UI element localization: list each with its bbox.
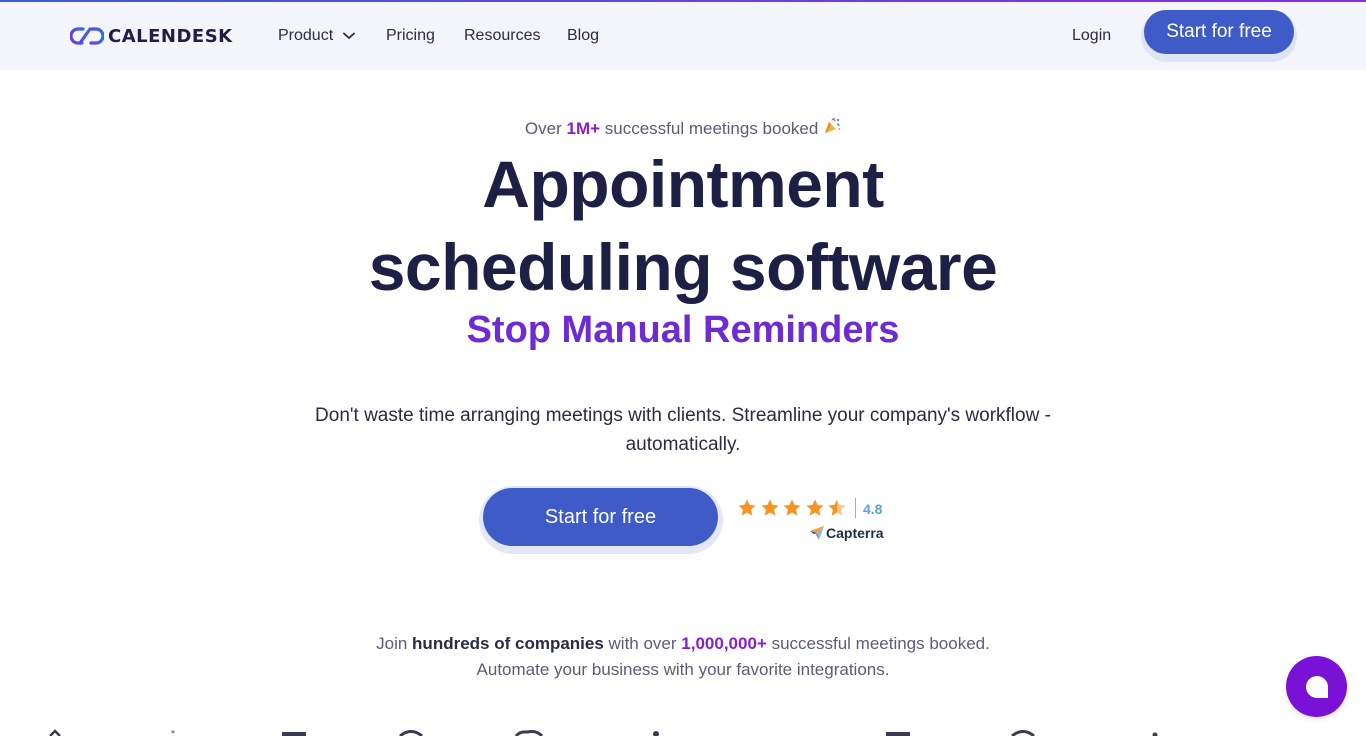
eyebrow-suffix: successful meetings booked <box>600 119 819 138</box>
social-proof-line-2: Automate your business with your favorit… <box>476 660 890 679</box>
star-icon <box>806 499 823 516</box>
social-text-1: Join <box>376 634 413 653</box>
header-start-free-button[interactable]: Start for free <box>1144 10 1294 54</box>
nav-blog-label: Blog <box>567 27 600 44</box>
social-bold-meetings: 1,000,000+ <box>681 634 767 653</box>
nav-resources-label: Resources <box>464 27 541 44</box>
rating-score: 4.8 <box>863 501 883 517</box>
integration-logo-icon <box>49 729 61 736</box>
hero-subtitle: Stop Manual Reminders <box>466 309 900 351</box>
integration-logo-icon <box>653 731 659 736</box>
svg-text:*: * <box>171 730 175 736</box>
eyebrow-prefix: Over <box>524 119 567 138</box>
integration-logo-icon <box>282 732 306 736</box>
social-text-3: successful meetings booked. <box>766 634 990 653</box>
hero-description: Don't waste time arranging meetings with… <box>315 405 1051 455</box>
star-half-icon <box>828 499 846 516</box>
nav-product[interactable]: Product <box>278 27 356 45</box>
integration-logo-icon <box>1152 732 1158 736</box>
integration-logo-icon <box>1011 730 1035 736</box>
eyebrow-highlight: 1M+ <box>566 119 601 138</box>
chevron-down-icon <box>343 32 356 39</box>
nav-blog[interactable]: Blog <box>567 27 599 45</box>
site-header: CALENDESK Product Pricing Resources Blog… <box>0 2 1366 70</box>
integration-logo-icon <box>399 730 423 736</box>
capterra-rating[interactable]: 4.8 Capterra <box>737 498 897 546</box>
capterra-label: Capterra <box>826 525 884 541</box>
nav-pricing-label: Pricing <box>386 27 435 44</box>
star-icon <box>783 499 801 516</box>
integration-logo-icon <box>514 730 544 736</box>
social-proof-line-1: Join hundreds of companies with over 1,0… <box>0 631 1366 657</box>
hero-eyebrow: Over 1M+ successful meetings booked <box>0 117 1366 139</box>
chat-widget-button[interactable] <box>1286 656 1347 717</box>
social-proof: Join hundreds of companies with over 1,0… <box>0 631 1366 683</box>
social-text-2: with over <box>603 634 682 653</box>
logo-wordmark: CALENDESK <box>108 25 233 47</box>
integration-logo-icon <box>886 732 910 736</box>
capterra-logo-icon <box>810 526 824 540</box>
nav-product-label: Product <box>278 27 334 44</box>
integration-logo-icon: * <box>171 730 175 736</box>
nav-pricing[interactable]: Pricing <box>386 27 435 45</box>
nav-resources[interactable]: Resources <box>464 27 540 45</box>
calendesk-logo-icon <box>70 27 104 45</box>
hero-start-free-button[interactable]: Start for free <box>483 488 718 546</box>
rating-divider <box>855 498 856 518</box>
social-bold-companies: hundreds of companies <box>412 634 604 653</box>
star-icon <box>761 499 778 516</box>
star-icon <box>738 499 756 516</box>
calendesk-logo[interactable]: CALENDESK <box>70 25 233 47</box>
rating-stars <box>737 498 850 518</box>
hero-cta-shadow: Start for free <box>479 486 723 554</box>
login-link[interactable]: Login <box>1072 27 1111 45</box>
party-popper-icon <box>825 117 841 133</box>
hero-title-line-2: scheduling software <box>368 230 998 304</box>
header-cta-shadow: Start for free <box>1141 10 1297 62</box>
hero-title-line-1: Appointment <box>482 147 884 221</box>
chat-bubble-icon <box>1305 675 1328 698</box>
capterra-brand: Capterra <box>809 525 884 541</box>
